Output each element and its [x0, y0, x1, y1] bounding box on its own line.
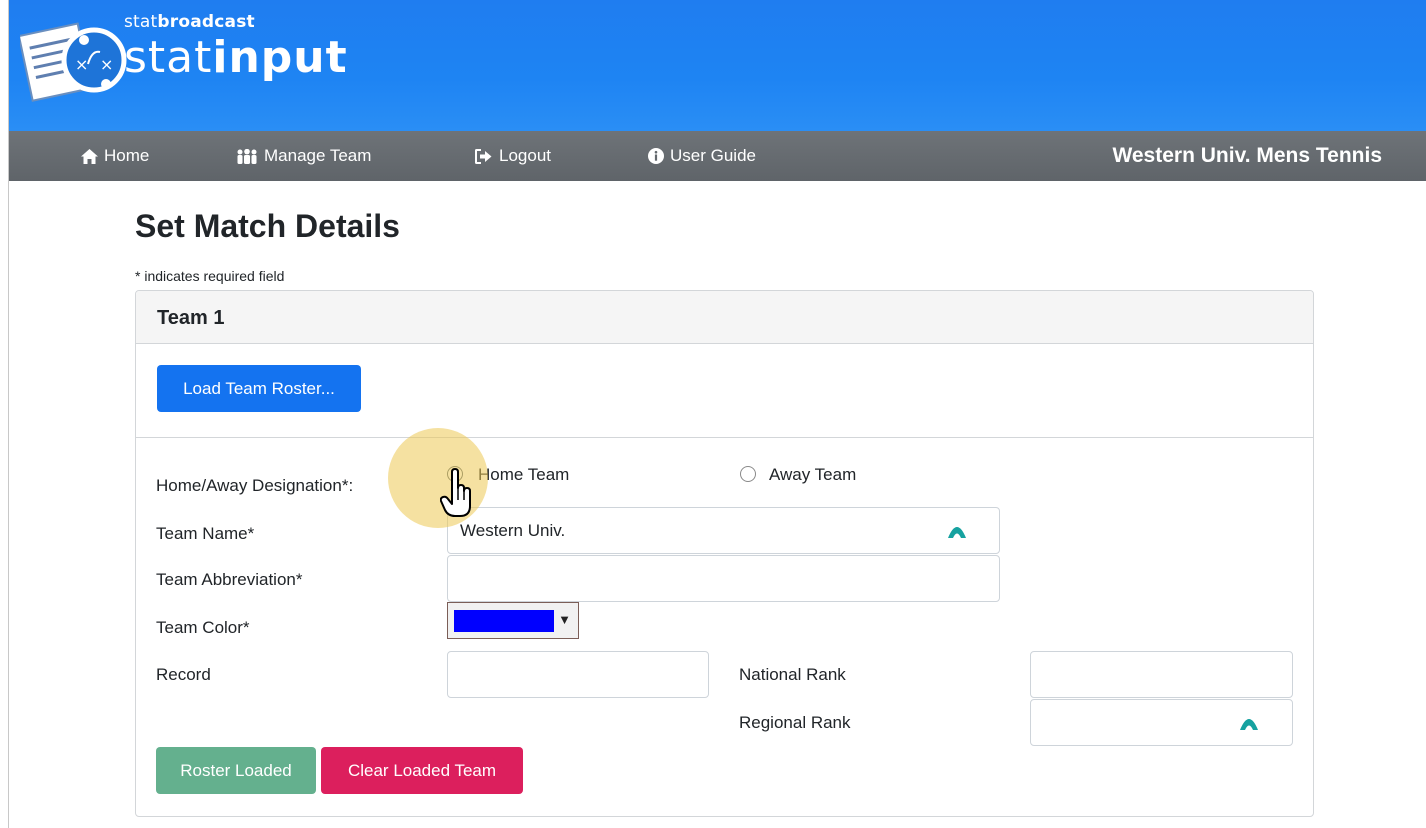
brand-title: statinput — [124, 32, 348, 83]
nav-logout-label: Logout — [499, 146, 551, 165]
away-team-option-label[interactable]: Away Team — [769, 465, 856, 485]
main-navbar: Home Manage Team Logout User Guide Weste… — [8, 131, 1426, 181]
record-field[interactable] — [447, 651, 709, 698]
team-color-select[interactable]: ▼ — [447, 602, 579, 639]
nav-manage-team-label: Manage Team — [264, 146, 372, 165]
nav-manage-team[interactable]: Manage Team — [236, 131, 371, 181]
page-title: Set Match Details — [135, 208, 400, 244]
team-abbreviation-field[interactable] — [447, 555, 1000, 602]
home-team-option-label[interactable]: Home Team — [478, 465, 569, 485]
nav-home-label: Home — [104, 146, 150, 165]
required-field-note: * indicates required field — [135, 268, 285, 284]
svg-text:×: × — [100, 55, 113, 74]
national-rank-field[interactable] — [1030, 651, 1293, 698]
home-icon — [81, 148, 98, 164]
autofill-addon-icon[interactable] — [1238, 712, 1260, 732]
team-name-label: Team Name* — [156, 524, 255, 543]
team-name-value: Western Univ. — [460, 520, 566, 540]
svg-text:×: × — [75, 55, 88, 74]
nav-user-guide-label: User Guide — [670, 146, 756, 165]
window-left-edge — [0, 0, 9, 828]
clear-loaded-team-button[interactable]: Clear Loaded Team — [321, 747, 523, 794]
roster-loaded-button[interactable]: Roster Loaded — [156, 747, 316, 794]
app-header: × × statbroadcast statinput — [8, 0, 1426, 131]
team-color-label: Team Color* — [156, 618, 250, 637]
current-team-name: Western Univ. Mens Tennis — [1112, 144, 1382, 167]
users-icon — [236, 148, 258, 164]
autofill-addon-icon[interactable] — [946, 520, 968, 540]
nav-logout[interactable]: Logout — [475, 131, 551, 181]
national-rank-label: National Rank — [739, 665, 846, 684]
team-name-field[interactable]: Western Univ. — [447, 507, 1000, 554]
nav-user-guide[interactable]: User Guide — [648, 131, 756, 181]
hand-cursor-icon — [440, 468, 471, 517]
team-color-swatch — [454, 610, 554, 632]
dropdown-arrow-icon: ▼ — [558, 612, 571, 627]
brand-tagline: statbroadcast — [124, 12, 255, 32]
load-team-roster-button[interactable]: Load Team Roster... — [157, 365, 361, 412]
away-team-radio[interactable] — [740, 466, 756, 482]
home-away-label: Home/Away Designation*: — [156, 476, 354, 495]
team-card-header: Team 1 — [136, 291, 1313, 344]
roster-section: Load Team Roster... — [136, 343, 1313, 438]
team-card-title: Team 1 — [157, 307, 225, 329]
info-circle-icon — [648, 148, 664, 164]
statinput-logo-icon: × × — [20, 22, 127, 102]
regional-rank-label: Regional Rank — [739, 713, 851, 732]
team-abbreviation-label: Team Abbreviation* — [156, 570, 303, 589]
sign-out-icon — [475, 148, 493, 164]
record-label: Record — [156, 665, 211, 684]
nav-home[interactable]: Home — [81, 131, 149, 181]
